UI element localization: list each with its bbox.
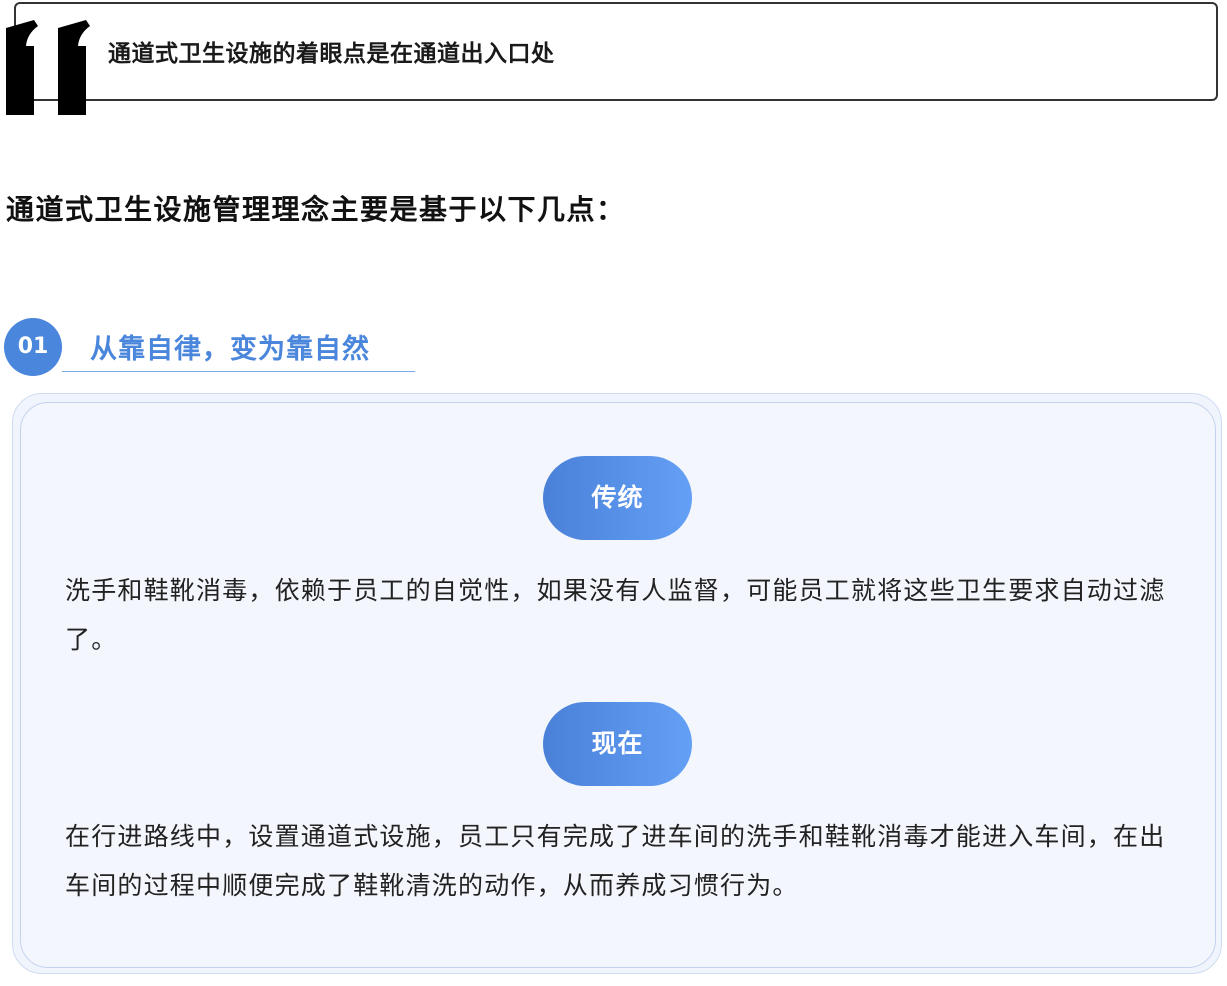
quote-title: 通道式卫生设施的着眼点是在通道出入口处 [108,41,555,67]
section-underline [62,371,415,372]
paragraph-traditional: 洗手和鞋靴消毒，依赖于员工的自觉性，如果没有人监督，可能员工就将这些卫生要求自动… [65,576,1166,654]
label-pill-traditional: 传统 [543,456,692,540]
paragraph-now: 在行进路线中，设置通道式设施，员工只有完成了进车间的洗手和鞋靴消毒才能进入车间，… [65,822,1166,900]
section-number-badge: 01 [4,318,62,376]
label-pill-now: 现在 [543,702,692,786]
section-title: 从靠自律，变为靠自然 [90,334,370,365]
quote-mark-icon [6,20,90,115]
page-heading: 通道式卫生设施管理理念主要是基于以下几点： [6,193,626,226]
